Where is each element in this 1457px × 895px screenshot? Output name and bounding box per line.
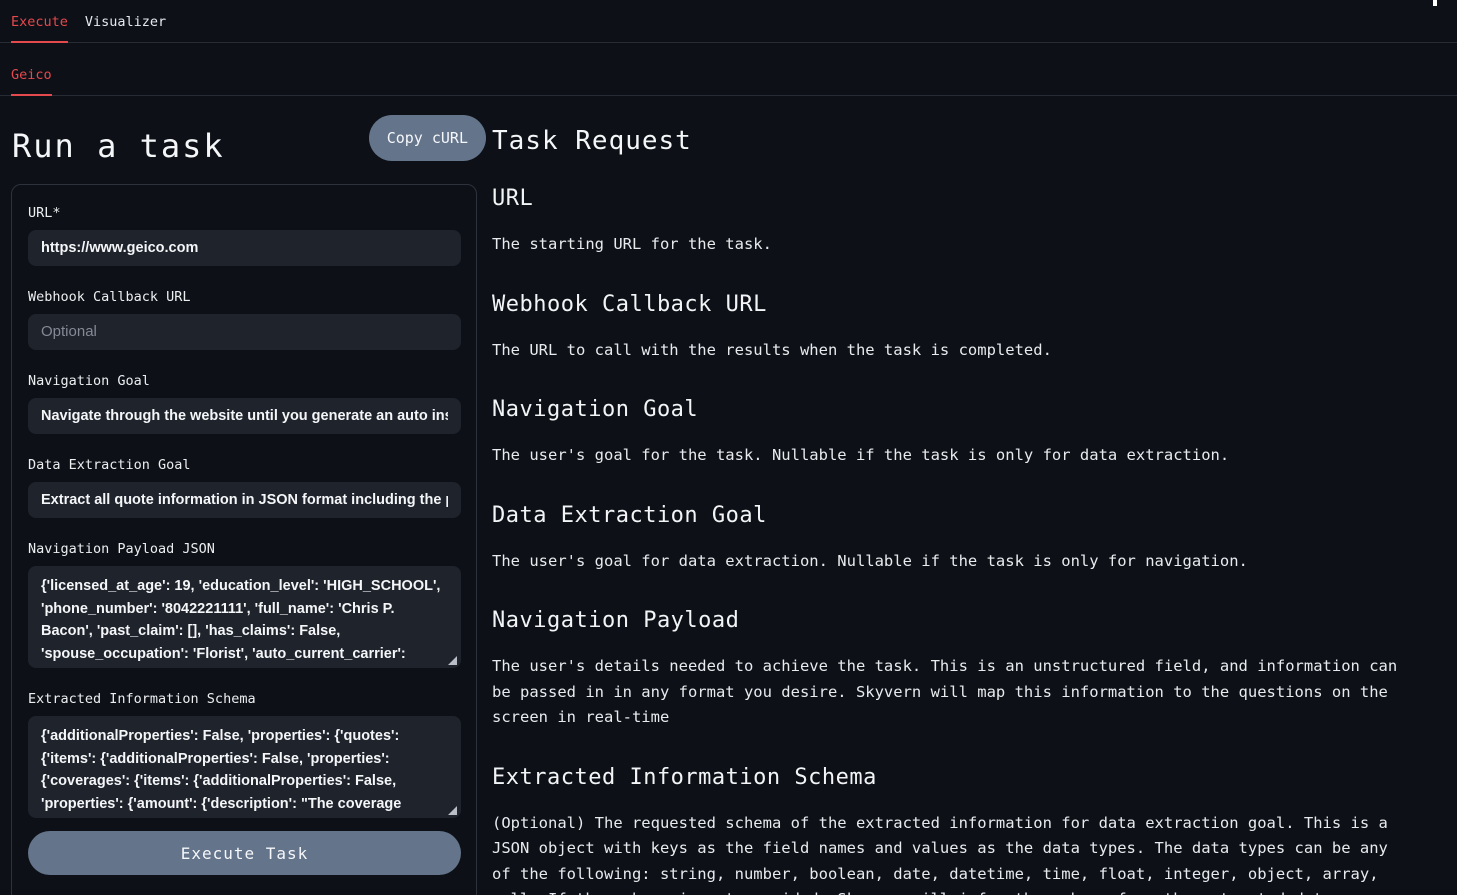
tab-visualizer[interactable]: Visualizer [85, 14, 166, 42]
data-extraction-goal-label: Data Extraction Goal [28, 457, 460, 473]
url-field-label: URL* [28, 205, 460, 221]
doc-heading-data-extraction-goal: Data Extraction Goal [492, 503, 1430, 528]
extracted-schema-textarea[interactable]: {'additionalProperties': False, 'propert… [28, 716, 461, 818]
task-form-panel: Run a task Copy cURL URL* Webhook Callba… [11, 96, 477, 895]
navigation-payload-label: Navigation Payload JSON [28, 541, 460, 557]
doc-heading-navigation-payload: Navigation Payload [492, 608, 1430, 633]
doc-body-webhook: The URL to call with the results when th… [492, 338, 1402, 364]
task-request-docs: Task Request URL The starting URL for th… [492, 96, 1430, 895]
copy-curl-button[interactable]: Copy cURL [369, 115, 486, 161]
navigation-goal-input[interactable] [28, 398, 461, 434]
webhook-field-label: Webhook Callback URL [28, 289, 460, 305]
resize-handle-icon[interactable] [448, 656, 457, 665]
tab-execute[interactable]: Execute [11, 14, 68, 42]
navigation-payload-wrap: {'licensed_at_age': 19, 'education_level… [28, 566, 461, 668]
form-header: Run a task Copy cURL [11, 115, 477, 165]
sub-tab-bar: Geico [0, 43, 1457, 96]
page-title: Run a task [12, 127, 225, 165]
doc-heading-webhook: Webhook Callback URL [492, 292, 1430, 317]
doc-body-url: The starting URL for the task. [492, 232, 1402, 258]
resize-handle-icon[interactable] [448, 806, 457, 815]
data-extraction-goal-input[interactable] [28, 482, 461, 518]
doc-heading-url: URL [492, 186, 1430, 211]
scrollbar-thumb[interactable] [1433, 0, 1437, 6]
doc-body-navigation-goal: The user's goal for the task. Nullable i… [492, 443, 1402, 469]
doc-body-data-extraction-goal: The user's goal for data extraction. Nul… [492, 549, 1402, 575]
navigation-payload-textarea[interactable]: {'licensed_at_age': 19, 'education_level… [28, 566, 461, 668]
doc-heading-navigation-goal: Navigation Goal [492, 397, 1430, 422]
doc-body-extracted-schema: (Optional) The requested schema of the e… [492, 811, 1402, 895]
tab-geico[interactable]: Geico [11, 67, 52, 95]
webhook-callback-url-input[interactable] [28, 314, 461, 350]
top-tab-bar: Execute Visualizer [0, 0, 1457, 43]
navigation-goal-label: Navigation Goal [28, 373, 460, 389]
main-content: Run a task Copy cURL URL* Webhook Callba… [0, 96, 1457, 895]
execute-task-button[interactable]: Execute Task [28, 831, 461, 875]
extracted-schema-wrap: {'additionalProperties': False, 'propert… [28, 716, 461, 818]
extracted-schema-label: Extracted Information Schema [28, 691, 460, 707]
doc-body-navigation-payload: The user's details needed to achieve the… [492, 654, 1402, 731]
docs-title: Task Request [492, 126, 1430, 156]
url-input[interactable] [28, 230, 461, 266]
task-form-card: URL* Webhook Callback URL Navigation Goa… [11, 184, 477, 895]
doc-heading-extracted-schema: Extracted Information Schema [492, 765, 1430, 790]
